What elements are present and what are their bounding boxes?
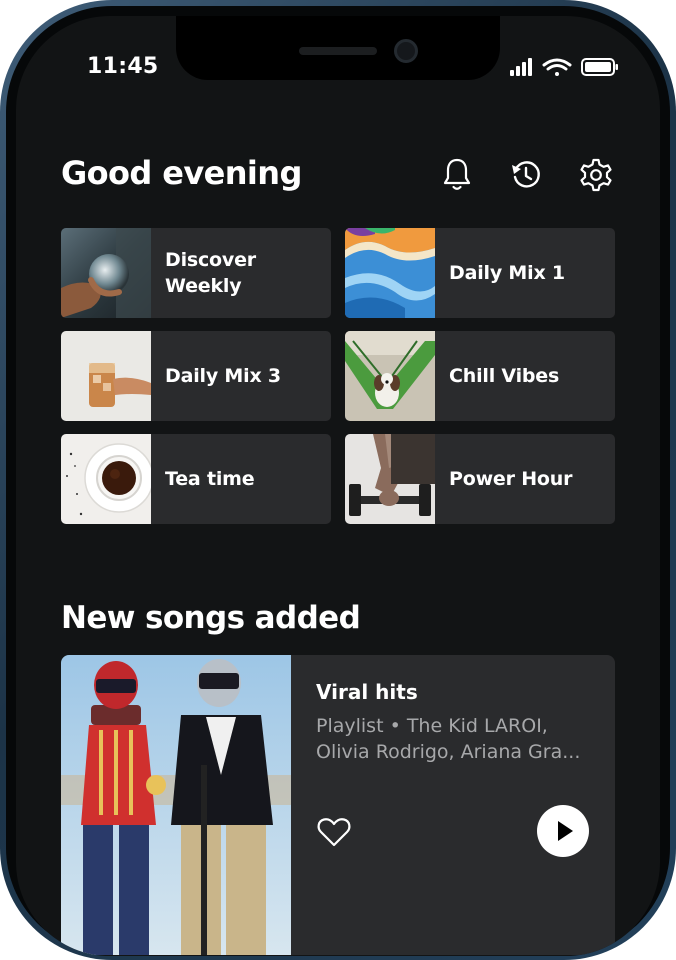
phone-screen: 11:45 Good evening Discover Weekly Daily… xyxy=(16,16,660,956)
shortcut-card-discover-weekly[interactable]: Discover Weekly xyxy=(61,228,331,318)
shortcut-card-daily-mix-1[interactable]: Daily Mix 1 xyxy=(345,228,615,318)
page-title: Good evening xyxy=(61,154,302,192)
shortcut-label: Tea time xyxy=(165,468,255,490)
bell-icon[interactable] xyxy=(441,157,473,193)
front-camera xyxy=(394,39,418,63)
shortcut-card-chill-vibes[interactable]: Chill Vibes xyxy=(345,331,615,421)
dumbbell-art xyxy=(345,434,435,524)
shortcut-label: Daily Mix 1 xyxy=(449,262,565,284)
shortcut-label: Chill Vibes xyxy=(449,365,560,387)
play-button[interactable] xyxy=(537,805,589,857)
shortcut-label: Power Hour xyxy=(449,468,573,490)
helmets-duo-art xyxy=(61,655,291,955)
heart-icon[interactable] xyxy=(316,816,352,848)
iced-tea-art xyxy=(61,331,151,421)
shortcut-card-power-hour[interactable]: Power Hour xyxy=(345,434,615,524)
status-icons xyxy=(510,58,618,76)
gear-icon[interactable] xyxy=(580,157,612,193)
shortcut-label: Daily Mix 3 xyxy=(165,365,281,387)
section-title: New songs added xyxy=(61,600,361,636)
play-icon xyxy=(558,821,573,841)
dog-hammock-art xyxy=(345,331,435,421)
shortcut-label: Discover Weekly xyxy=(165,249,256,297)
shortcut-card-daily-mix-3[interactable]: Daily Mix 3 xyxy=(61,331,331,421)
shortcut-card-tea-time[interactable]: Tea time xyxy=(61,434,331,524)
playlist-card[interactable]: Viral hits Playlist • The Kid LAROI, Oli… xyxy=(61,655,615,955)
playlist-subtitle: Playlist • The Kid LAROI, Olivia Rodrigo… xyxy=(316,715,581,763)
marble-art xyxy=(345,228,435,318)
speaker-grille xyxy=(299,47,377,55)
wifi-icon xyxy=(542,58,572,76)
history-icon[interactable] xyxy=(510,157,542,193)
battery-icon xyxy=(581,58,618,76)
playlist-title: Viral hits xyxy=(316,680,418,704)
status-time: 11:45 xyxy=(87,54,159,79)
cellular-signal-icon xyxy=(510,58,532,76)
tea-cup-art xyxy=(61,434,151,524)
crystal-ball-art xyxy=(61,228,151,318)
